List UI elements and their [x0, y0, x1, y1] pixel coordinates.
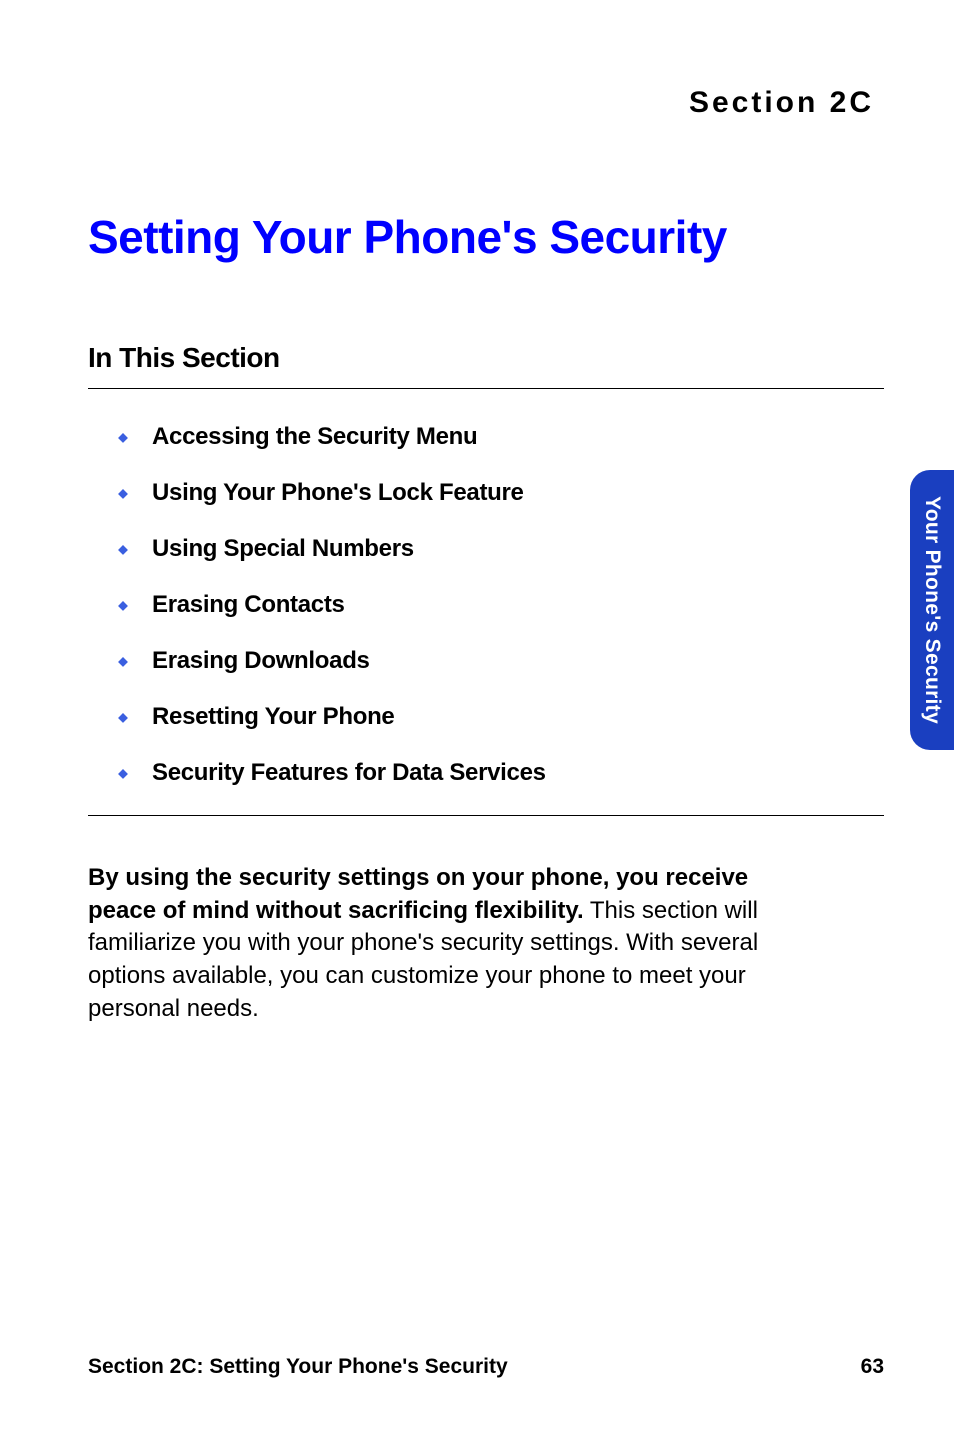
toc-item-label: Using Special Numbers [152, 535, 414, 563]
toc-list: Accessing the Security Menu Using Your P… [118, 423, 884, 787]
toc-item-label: Accessing the Security Menu [152, 423, 477, 451]
toc-item: Erasing Downloads [118, 647, 884, 675]
diamond-bullet-icon [118, 601, 128, 611]
diamond-bullet-icon [118, 433, 128, 443]
side-tab-label: Your Phone's Security [920, 496, 944, 724]
toc-item: Erasing Contacts [118, 591, 884, 619]
toc-item: Using Special Numbers [118, 535, 884, 563]
toc-item-label: Security Features for Data Services [152, 759, 546, 787]
diamond-bullet-icon [118, 545, 128, 555]
footer-section-title: Section 2C: Setting Your Phone's Securit… [88, 1355, 508, 1379]
toc-item: Accessing the Security Menu [118, 423, 884, 451]
divider-top [88, 388, 884, 389]
diamond-bullet-icon [118, 713, 128, 723]
diamond-bullet-icon [118, 489, 128, 499]
toc-item: Security Features for Data Services [118, 759, 884, 787]
toc-item-label: Erasing Contacts [152, 591, 345, 619]
page-title: Setting Your Phone's Security [88, 210, 884, 264]
toc-item: Resetting Your Phone [118, 703, 884, 731]
toc-item-label: Resetting Your Phone [152, 703, 394, 731]
section-label: Section 2C [88, 86, 874, 120]
subheading-in-this-section: In This Section [88, 342, 884, 374]
body-paragraph: By using the security settings on your p… [88, 862, 808, 1025]
diamond-bullet-icon [118, 657, 128, 667]
divider-bottom [88, 815, 884, 816]
diamond-bullet-icon [118, 769, 128, 779]
toc-item-label: Erasing Downloads [152, 647, 370, 675]
page: Section 2C Setting Your Phone's Security… [0, 0, 954, 1431]
toc-item: Using Your Phone's Lock Feature [118, 479, 884, 507]
footer: Section 2C: Setting Your Phone's Securit… [88, 1355, 884, 1379]
toc-item-label: Using Your Phone's Lock Feature [152, 479, 524, 507]
footer-page-number: 63 [861, 1355, 884, 1379]
side-tab: Your Phone's Security [910, 470, 954, 750]
